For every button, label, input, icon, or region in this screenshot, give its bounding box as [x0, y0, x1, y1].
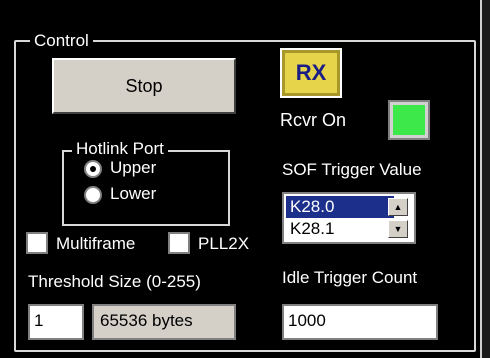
multiframe-label[interactable]: Multiframe [56, 234, 135, 254]
list-item[interactable]: K28.1 [286, 218, 394, 240]
sof-trigger-label: SOF Trigger Value [282, 160, 422, 179]
idle-trigger-count-input[interactable]: 1000 [282, 304, 438, 340]
stop-button[interactable]: Stop [52, 58, 236, 114]
scroll-up-arrow-icon[interactable]: ▲ [388, 198, 408, 216]
threshold-size-label: Threshold Size (0-255) [28, 272, 201, 291]
rcvr-on-label: Rcvr On [280, 110, 347, 130]
lower-radio-label[interactable]: Lower [110, 184, 156, 204]
threshold-size-input[interactable]: 1 [28, 304, 84, 340]
control-group-title: Control [30, 30, 93, 52]
hotlink-port-title: Hotlink Port [72, 138, 168, 160]
upper-radio[interactable] [84, 160, 102, 178]
pll2x-label[interactable]: PLL2X [198, 234, 249, 254]
right-panel-edge [480, 0, 490, 358]
upper-radio-label[interactable]: Upper [110, 158, 156, 178]
rx-indicator[interactable]: RX [280, 48, 342, 98]
pll2x-checkbox[interactable] [168, 232, 190, 254]
rcvr-on-led [388, 100, 430, 140]
scroll-down-arrow-icon[interactable]: ▼ [388, 220, 408, 238]
sof-trigger-listbox[interactable]: K28.0 K28.1 ▲ ▼ [282, 192, 416, 244]
threshold-bytes-readout: 65536 bytes [92, 304, 236, 340]
idle-trigger-count-label: Idle Trigger Count [282, 268, 418, 287]
lower-radio[interactable] [84, 186, 102, 204]
multiframe-checkbox[interactable] [26, 232, 48, 254]
list-item[interactable]: K28.0 [286, 196, 394, 218]
